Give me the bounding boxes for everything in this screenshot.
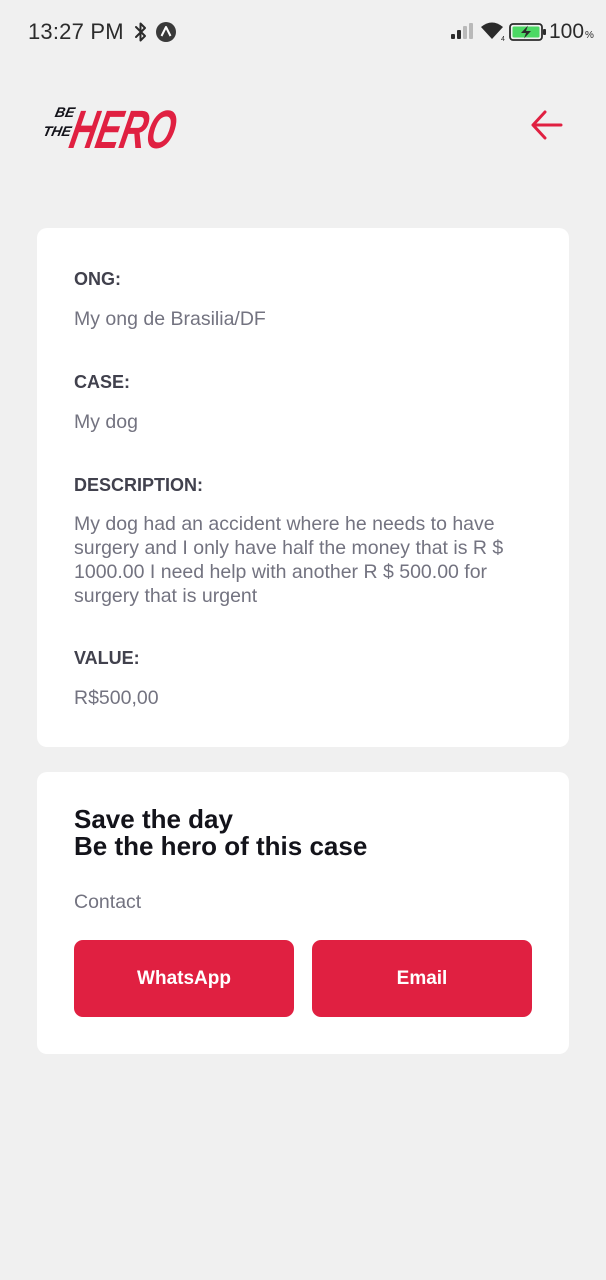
email-button[interactable]: Email (312, 940, 532, 1017)
contact-title: Save the day Be the hero of this case (74, 806, 367, 860)
case-label: CASE: (74, 372, 131, 392)
be-the-hero-logo: BE THE HERO (42, 100, 182, 158)
battery-level: 100% (549, 20, 594, 44)
battery-level-unit: % (585, 30, 594, 41)
signal-icon (451, 23, 473, 39)
contact-title-line1: Save the day (74, 804, 233, 834)
wifi-icon: 4 (481, 22, 505, 42)
logo-hero-text: HERO (65, 100, 182, 158)
status-bar: 13:27 PM 4 100% (0, 0, 606, 66)
value-label: VALUE: (74, 648, 140, 668)
contact-title-line2: Be the hero of this case (74, 831, 368, 861)
contact-card: Save the day Be the hero of this case Co… (37, 772, 569, 1054)
description-label: DESCRIPTION: (74, 475, 204, 495)
description-value: My dog had an accident where he needs to… (74, 513, 504, 607)
arrow-left-icon[interactable] (528, 106, 566, 144)
app-notification-icon (156, 22, 176, 42)
battery-charging-icon (509, 23, 546, 41)
ong-label: ONG: (74, 269, 121, 289)
case-value: My dog (74, 411, 138, 433)
svg-text:4: 4 (501, 36, 505, 42)
incident-card: ONG: My ong de Brasilia/DF CASE: My dog … (37, 228, 569, 747)
whatsapp-button[interactable]: WhatsApp (74, 940, 294, 1017)
bluetooth-icon (135, 22, 146, 42)
battery-level-value: 100 (549, 20, 585, 43)
status-time: 13:27 PM (28, 19, 124, 44)
value-amount: R$500,00 (74, 687, 159, 709)
ong-value: My ong de Brasilia/DF (74, 308, 266, 330)
logo-the-text: THE (42, 123, 74, 139)
contact-label: Contact (74, 891, 142, 913)
